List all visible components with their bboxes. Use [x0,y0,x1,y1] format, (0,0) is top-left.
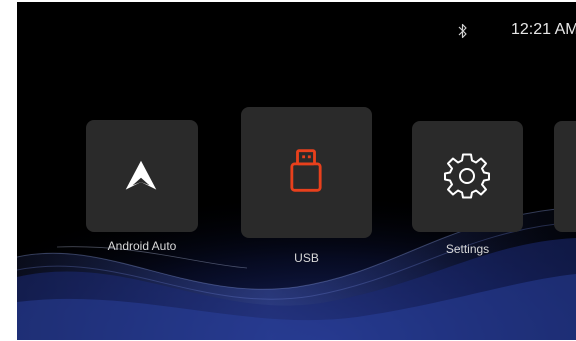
settings-tile[interactable] [412,121,523,232]
status-bar: 12:21 AM [17,2,576,56]
infotainment-screen: 12:21 AM Android Auto USB Settings [17,2,576,340]
android-auto-label: Android Auto [107,239,177,253]
clock: 12:21 AM [511,21,576,38]
next-app-tile[interactable] [554,121,576,232]
usb-drive-icon [290,149,322,192]
android-auto-tile[interactable] [86,120,198,232]
usb-label: USB [294,251,319,265]
settings-label: Settings [445,242,490,256]
usb-tile[interactable] [241,107,372,238]
android-auto-icon [125,160,157,190]
bluetooth-icon [458,23,467,39]
gear-icon [444,153,490,199]
